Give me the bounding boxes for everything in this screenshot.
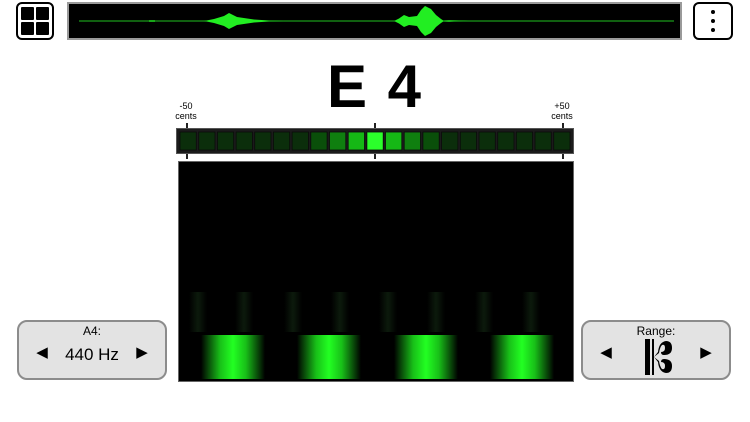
meter-segment — [347, 131, 365, 151]
meter-segment — [329, 131, 347, 151]
grid-cell — [36, 22, 49, 35]
range-next-arrow-icon[interactable]: ▶ — [695, 342, 717, 364]
meter-segment — [441, 131, 459, 151]
dot — [711, 10, 715, 14]
range-panel: Range: ◀ ▶ — [581, 320, 731, 380]
grid-cell — [21, 7, 34, 20]
meter-segment — [310, 131, 328, 151]
a4-reference-panel: A4: ◀ 440 Hz ▶ — [17, 320, 167, 380]
audio-waveform — [67, 2, 682, 40]
spectrogram — [178, 161, 574, 382]
spectrogram-bars — [201, 335, 554, 379]
meter-segment — [217, 131, 235, 151]
meter-segment — [385, 131, 403, 151]
dot — [711, 28, 715, 32]
meter-segment — [235, 131, 253, 151]
meter-segment — [515, 131, 533, 151]
meter-segment — [497, 131, 515, 151]
more-options-button[interactable] — [693, 2, 733, 40]
meter-segment — [291, 131, 309, 151]
cents-max-unit: cents — [551, 111, 573, 121]
meter-segment — [478, 131, 496, 151]
a4-increase-arrow-icon[interactable]: ▶ — [131, 342, 153, 364]
range-title: Range: — [636, 324, 676, 338]
alto-clef-icon — [645, 339, 672, 375]
dot — [711, 19, 715, 23]
cents-max-value: +50 — [554, 101, 570, 111]
spectrogram-ghost-columns — [189, 292, 540, 332]
meter-segment — [403, 131, 421, 151]
cents-meter — [176, 128, 574, 154]
waveform-graphic — [79, 6, 674, 36]
cents-min-value: -50 — [179, 101, 193, 111]
meter-segment — [366, 131, 384, 151]
grid-cell — [36, 7, 49, 20]
meter-segment — [273, 131, 291, 151]
spectrogram-graphic — [189, 292, 554, 379]
cents-min-label: -50 cents — [166, 101, 206, 121]
detected-note: E 4 — [326, 53, 424, 120]
meter-segment — [534, 131, 552, 151]
meter-segment — [198, 131, 216, 151]
a4-title: A4: — [82, 324, 101, 338]
meter-segment — [179, 131, 197, 151]
cents-meter-segments — [179, 131, 571, 151]
cents-max-label: +50 cents — [542, 101, 582, 121]
layout-menu-button[interactable] — [16, 2, 54, 40]
meter-segment — [459, 131, 477, 151]
cents-min-unit: cents — [175, 111, 197, 121]
meter-segment — [553, 131, 571, 151]
grid-cell — [21, 22, 34, 35]
meter-segment — [422, 131, 440, 151]
meter-segment — [254, 131, 272, 151]
range-previous-arrow-icon[interactable]: ◀ — [595, 342, 617, 364]
